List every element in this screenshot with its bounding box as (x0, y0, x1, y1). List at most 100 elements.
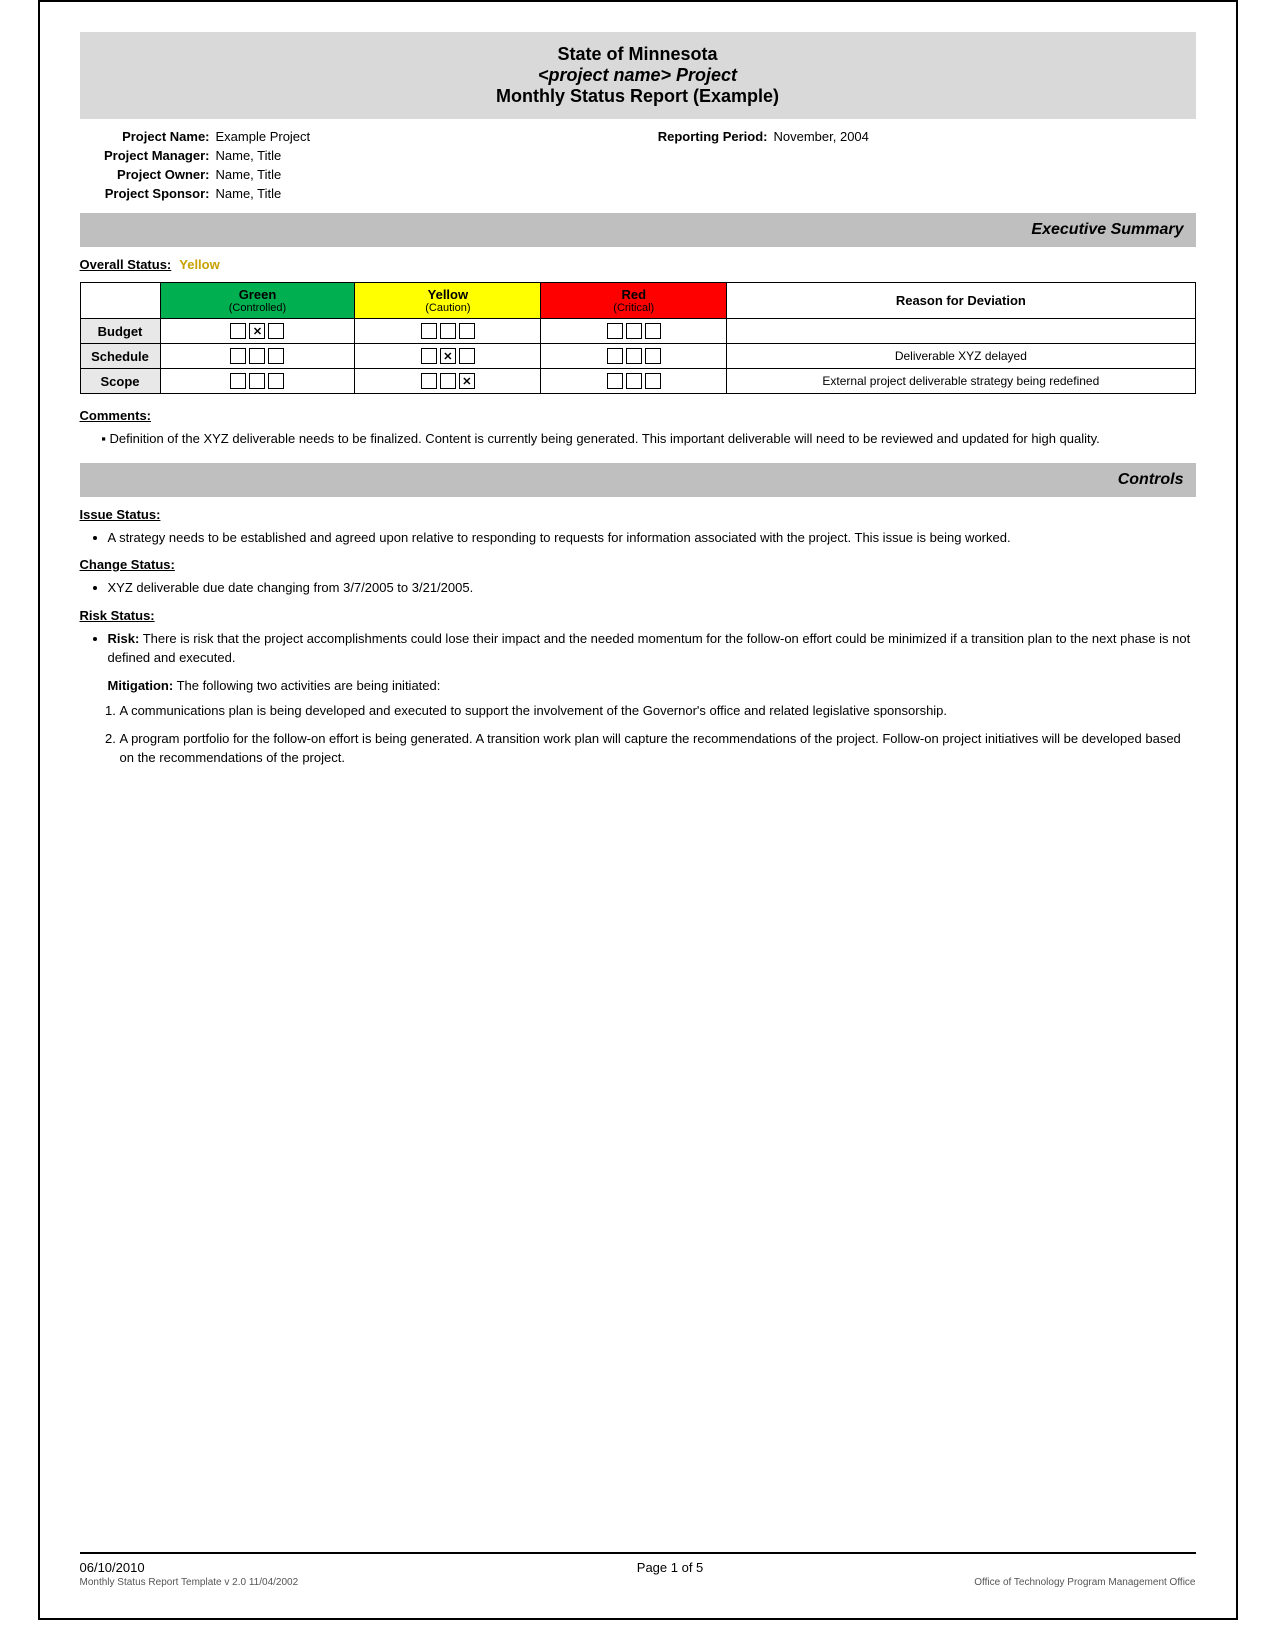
change-item-0: XYZ deliverable due date changing from 3… (108, 578, 1196, 598)
issue-item-0: A strategy needs to be established and a… (108, 528, 1196, 548)
checkbox-scope-red-1[interactable] (626, 373, 642, 389)
row-scope-yellow (355, 369, 541, 394)
risk-status-title: Risk Status: (80, 608, 1196, 623)
header-line1: State of Minnesota (88, 44, 1188, 65)
overall-status-row: Overall Status: Yellow (80, 257, 1196, 272)
checkbox-schedule-green-2[interactable] (268, 348, 284, 364)
comments-title: Comments: (80, 408, 1196, 423)
issue-status-title: Issue Status: (80, 507, 1196, 522)
checkbox-schedule-green-0[interactable] (230, 348, 246, 364)
project-owner-label: Project Owner: (80, 167, 210, 182)
row-label-budget: Budget (80, 319, 160, 344)
checkbox-scope-yellow-0[interactable] (421, 373, 437, 389)
reporting-period-value: November, 2004 (774, 129, 869, 144)
project-info: Project Name: Example Project Project Ma… (80, 129, 1196, 201)
project-info-right: Reporting Period: November, 2004 (638, 129, 1196, 201)
th-yellow-sub: (Caution) (363, 302, 532, 314)
comments-list: Definition of the XYZ deliverable needs … (110, 429, 1196, 449)
executive-summary-bar: Executive Summary (80, 213, 1196, 247)
project-sponsor-value: Name, Title (216, 186, 282, 201)
th-reason: Reason for Deviation (727, 283, 1195, 319)
issue-status-section: Issue Status: A strategy needs to be est… (80, 507, 1196, 548)
project-info-left: Project Name: Example Project Project Ma… (80, 129, 638, 201)
header-line2: <project name> Project (88, 65, 1188, 86)
header-line3: Monthly Status Report (Example) (88, 86, 1188, 107)
checkbox-schedule-red-2[interactable] (645, 348, 661, 364)
page: State of Minnesota <project name> Projec… (38, 0, 1238, 1620)
checkbox-scope-green-2[interactable] (268, 373, 284, 389)
project-name-value: Example Project (216, 129, 311, 144)
checkbox-budget-red-0[interactable] (607, 323, 623, 339)
checkbox-schedule-red-0[interactable] (607, 348, 623, 364)
row-budget-yellow (355, 319, 541, 344)
project-owner-row: Project Owner: Name, Title (80, 167, 638, 182)
checkbox-budget-red-1[interactable] (626, 323, 642, 339)
th-yellow-label: Yellow (363, 287, 532, 302)
footer-main: 06/10/2010 Page 1 of 5 (80, 1560, 1196, 1575)
project-manager-row: Project Manager: Name, Title (80, 148, 638, 163)
row-label-schedule: Schedule (80, 344, 160, 369)
checkbox-scope-green-1[interactable] (249, 373, 265, 389)
mitigation-item-1: A program portfolio for the follow-on ef… (120, 729, 1196, 768)
row-scope-reason: External project deliverable strategy be… (727, 369, 1195, 394)
checkbox-schedule-yellow-1[interactable] (440, 348, 456, 364)
row-scope-green (160, 369, 355, 394)
checkbox-scope-red-2[interactable] (645, 373, 661, 389)
checkbox-schedule-green-1[interactable] (249, 348, 265, 364)
project-owner-value: Name, Title (216, 167, 282, 182)
checkbox-scope-red-0[interactable] (607, 373, 623, 389)
mitigation-label: Mitigation: (108, 678, 174, 693)
row-scope-red (541, 369, 727, 394)
controls-title: Controls (1118, 471, 1184, 488)
checkbox-budget-green-0[interactable] (230, 323, 246, 339)
checkbox-scope-yellow-2[interactable] (459, 373, 475, 389)
risk-label: Risk: (108, 631, 140, 646)
row-label-scope: Scope (80, 369, 160, 394)
th-green-label: Green (169, 287, 347, 302)
project-manager-label: Project Manager: (80, 148, 210, 163)
checkbox-schedule-red-1[interactable] (626, 348, 642, 364)
project-manager-value: Name, Title (216, 148, 282, 163)
risk-bullet-list: Risk: There is risk that the project acc… (108, 629, 1196, 668)
project-name-label: Project Name: (80, 129, 210, 144)
project-sponsor-label: Project Sponsor: (80, 186, 210, 201)
page-footer: 06/10/2010 Page 1 of 5 Monthly Status Re… (80, 1552, 1196, 1588)
footer-page: Page 1 of 5 (637, 1560, 704, 1575)
reporting-period-label: Reporting Period: (638, 129, 768, 144)
checkbox-budget-yellow-2[interactable] (459, 323, 475, 339)
checkbox-scope-green-0[interactable] (230, 373, 246, 389)
checkbox-budget-yellow-1[interactable] (440, 323, 456, 339)
checkbox-schedule-yellow-2[interactable] (459, 348, 475, 364)
change-status-section: Change Status: XYZ deliverable due date … (80, 557, 1196, 598)
row-budget-green (160, 319, 355, 344)
checkbox-schedule-yellow-0[interactable] (421, 348, 437, 364)
row-budget-red (541, 319, 727, 344)
row-schedule-green (160, 344, 355, 369)
checkbox-scope-yellow-1[interactable] (440, 373, 456, 389)
executive-summary-title: Executive Summary (1031, 221, 1183, 238)
th-reason-label: Reason for Deviation (896, 293, 1026, 308)
th-empty (80, 283, 160, 319)
overall-status-label: Overall Status: (80, 257, 172, 272)
reporting-period-row: Reporting Period: November, 2004 (638, 129, 1196, 144)
footer-template-info: Monthly Status Report Template v 2.0 11/… (80, 1577, 299, 1588)
row-schedule-yellow (355, 344, 541, 369)
row-budget-reason (727, 319, 1195, 344)
th-green-sub: (Controlled) (169, 302, 347, 314)
checkbox-budget-green-1[interactable] (249, 323, 265, 339)
project-sponsor-row: Project Sponsor: Name, Title (80, 186, 638, 201)
checkbox-budget-red-2[interactable] (645, 323, 661, 339)
change-status-title: Change Status: (80, 557, 1196, 572)
risk-item: Risk: There is risk that the project acc… (108, 629, 1196, 668)
th-green: Green (Controlled) (160, 283, 355, 319)
checkbox-budget-yellow-0[interactable] (421, 323, 437, 339)
risk-text: There is risk that the project accomplis… (108, 631, 1191, 666)
comments-section: Comments: Definition of the XYZ delivera… (80, 408, 1196, 449)
checkbox-budget-green-2[interactable] (268, 323, 284, 339)
comment-item-0: Definition of the XYZ deliverable needs … (110, 429, 1196, 449)
page-header: State of Minnesota <project name> Projec… (80, 32, 1196, 119)
th-red-label: Red (549, 287, 718, 302)
footer-office: Office of Technology Program Management … (974, 1577, 1195, 1588)
risk-status-section: Risk Status: Risk: There is risk that th… (80, 608, 1196, 768)
issue-status-list: A strategy needs to be established and a… (108, 528, 1196, 548)
